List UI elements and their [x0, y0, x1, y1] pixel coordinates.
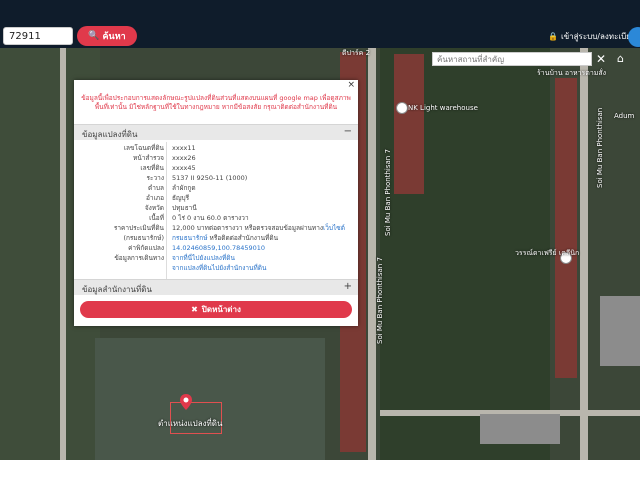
row-label: หน้าสำรวจ — [133, 154, 164, 162]
close-icon[interactable]: × — [347, 80, 355, 90]
row-value: xxxx26 — [172, 154, 196, 162]
search-button[interactable]: 🔍 ค้นหา — [77, 26, 137, 46]
section-office-header[interactable]: ข้อมูลสำนักงานที่ดิน + — [74, 279, 358, 295]
row-label: ค่าพิกัดแปลง — [128, 244, 164, 252]
directions-to-parcel-link[interactable]: จากที่นี่ไปยังแปลงที่ดิน — [172, 254, 235, 263]
info-row: ระวาง 5137 II 9250-11 (1000) — [74, 174, 358, 183]
place-search-input[interactable] — [432, 52, 592, 66]
poi-label: ร้านบ้าน อาหารตามสั่ง — [537, 69, 607, 77]
building-roof — [600, 296, 640, 366]
road-label: Soi Mu Ban Phonthisan — [596, 107, 604, 188]
row-label: ข้อมูลการเดินทาง — [114, 254, 164, 262]
treasury-link[interactable]: กรมธนารักษ์ — [172, 234, 207, 242]
poi-label: NK Light warehouse — [408, 104, 478, 112]
row-value: 12,000 บาทต่อตารางวา หรือตรวจสอบข้อมูลผ่… — [172, 224, 345, 233]
disclaimer-notice: ข้อมูลนี้เพื่อประกอบการแสดงลักษณะรูปแปลง… — [81, 94, 351, 111]
road-label: Soi Mu Ban Phonthisan 7 — [384, 149, 392, 236]
road — [580, 48, 588, 460]
section-office-title: ข้อมูลสำนักงานที่ดิน — [82, 285, 152, 294]
poi-icon[interactable] — [396, 102, 408, 114]
row-label: (กรมธนารักษ์) — [123, 234, 164, 242]
road — [60, 48, 66, 460]
info-row: จังหวัด ปทุมธานี — [74, 204, 358, 213]
poi-label: Adum — [614, 112, 635, 120]
home-icon[interactable]: ⌂ — [617, 52, 624, 65]
row-label: เลขโฉนดที่ดิน — [123, 144, 164, 152]
row-value: 0 ไร่ 0 งาน 60.0 ตารางวา — [172, 214, 249, 222]
directions-to-office-link[interactable]: จากแปลงที่ดินไปยังสำนักงานที่ดิน — [172, 264, 266, 273]
row-label: ตำบล — [148, 184, 164, 192]
info-row: ข้อมูลการเดินทาง จากที่นี่ไปยังแปลงที่ดิ… — [74, 254, 358, 263]
info-row: (กรมธนารักษ์) กรมธนารักษ์ หรือติดต่อสำนั… — [74, 234, 358, 243]
login-link[interactable]: 🔒 เข้าสู่ระบบ/ลงทะเบียน — [548, 30, 636, 43]
search-input[interactable] — [3, 27, 73, 45]
help-button[interactable] — [628, 27, 640, 47]
search-icon: 🔍 — [88, 31, 100, 41]
info-row: ค่าพิกัดแปลง 14.02460859,100.78459010 — [74, 244, 358, 253]
row-label: จังหวัด — [144, 204, 164, 212]
row-value: 5137 II 9250-11 (1000) — [172, 174, 248, 182]
row-value-suffix: หรือติดต่อสำนักงานที่ดิน — [207, 234, 279, 242]
marker-label: ตำแหน่งแปลงที่ดิน — [158, 419, 223, 428]
row-label: เนื้อที่ — [149, 214, 164, 222]
search-button-label: ค้นหา — [102, 32, 126, 42]
close-icon: ✖ — [191, 305, 198, 314]
row-label: เลขที่ดิน — [140, 164, 164, 172]
row-value: ปทุมธานี — [172, 204, 197, 212]
footer-strip — [0, 460, 640, 480]
row-value: ลำผักกูด — [172, 184, 196, 192]
row-value-text: 12,000 บาทต่อตารางวา หรือตรวจสอบข้อมูลผ่… — [172, 224, 324, 232]
info-row: ราคาประเมินที่ดิน 12,000 บาทต่อตารางวา ห… — [74, 224, 358, 233]
row-value: xxxx11 — [172, 144, 196, 152]
close-icon[interactable]: ✕ — [596, 52, 606, 66]
poi-label: วรรณ์ดาเฟรีย์ เคลีนิก — [515, 249, 580, 257]
info-row: เลขโฉนดที่ดิน xxxx11 — [74, 144, 358, 153]
info-row: หน้าสำรวจ xxxx26 — [74, 154, 358, 163]
top-bar: 🔍 ค้นหา 🔒 เข้าสู่ระบบ/ลงทะเบียน — [0, 0, 640, 48]
building-row — [555, 78, 577, 378]
road — [368, 48, 376, 460]
info-row: เนื้อที่ 0 ไร่ 0 งาน 60.0 ตารางวา — [74, 214, 358, 223]
row-value: xxxx45 — [172, 164, 196, 172]
poi-label: ดีปาร์ค 2 — [342, 49, 371, 57]
row-label: ราคาประเมินที่ดิน — [113, 224, 164, 232]
row-value: กรมธนารักษ์ หรือติดต่อสำนักงานที่ดิน — [172, 234, 278, 243]
field-area — [95, 338, 325, 460]
section-land-title: ข้อมูลแปลงที่ดิน — [82, 130, 138, 139]
row-label: อำเภอ — [146, 194, 164, 202]
collapse-icon[interactable]: − — [344, 126, 352, 137]
expand-icon[interactable]: + — [344, 281, 352, 292]
road-label: Soi Mu Ban Phonthisan 7 — [376, 257, 384, 344]
info-row: ตำบล ลำผักกูด — [74, 184, 358, 193]
row-label: ระวาง — [146, 174, 164, 182]
website-link[interactable]: เว็บไซต์ — [323, 224, 345, 232]
building-roof — [480, 414, 560, 444]
info-row: อำเภอ ธัญบุรี — [74, 194, 358, 203]
lock-icon: 🔒 — [548, 32, 558, 41]
coordinates-link[interactable]: 14.02460859,100.78459010 — [172, 244, 265, 253]
row-value: ธัญบุรี — [172, 194, 190, 202]
info-row: เลขที่ดิน xxxx45 — [74, 164, 358, 173]
section-land-header[interactable]: ข้อมูลแปลงที่ดิน − — [74, 124, 358, 140]
map-pin-icon[interactable] — [178, 394, 194, 410]
info-row: จากแปลงที่ดินไปยังสำนักงานที่ดิน — [74, 264, 358, 273]
close-window-button[interactable]: ✖ ปิดหน้าต่าง — [80, 301, 352, 318]
land-info-popup: × ข้อมูลนี้เพื่อประกอบการแสดงลักษณะรูปแป… — [74, 80, 358, 326]
close-window-label: ปิดหน้าต่าง — [201, 305, 241, 314]
login-label: เข้าสู่ระบบ/ลงทะเบียน — [560, 32, 637, 41]
building-row — [394, 54, 424, 194]
